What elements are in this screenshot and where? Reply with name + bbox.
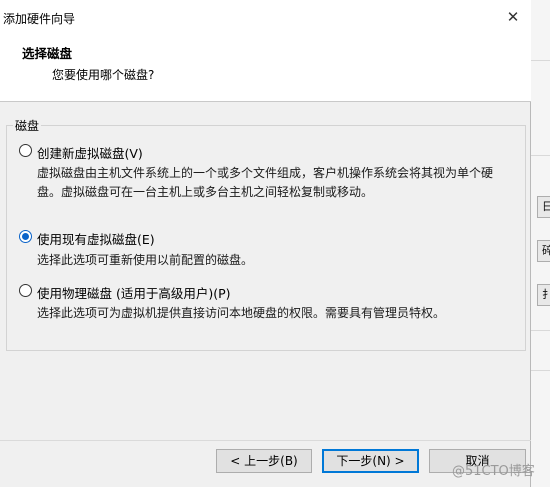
option-label[interactable]: 使用现有虚拟磁盘(E) bbox=[37, 229, 155, 248]
option-description: 虚拟磁盘由主机文件系统上的一个或多个文件组成，客户机操作系统会将其视为单个硬盘。… bbox=[37, 166, 494, 199]
next-button[interactable]: 下一步(N) > bbox=[322, 449, 419, 473]
disk-group-box: 磁盘 创建新虚拟磁盘(V) 虚拟磁盘由主机文件系统上的一个或多个文件组成，客户机… bbox=[6, 117, 526, 351]
background-button[interactable]: 扌 bbox=[537, 284, 550, 306]
disk-group-legend: 磁盘 bbox=[13, 117, 42, 134]
option-label[interactable]: 使用物理磁盘 (适用于高级用户)(P) bbox=[37, 283, 231, 302]
radio-button-icon[interactable] bbox=[19, 144, 32, 157]
back-button[interactable]: < 上一步(B) bbox=[216, 449, 312, 473]
option-label[interactable]: 创建新虚拟磁盘(V) bbox=[37, 143, 143, 162]
background-divider bbox=[531, 370, 550, 371]
background-button[interactable]: 日 bbox=[537, 196, 550, 218]
watermark: @51CTO博客 bbox=[452, 464, 535, 479]
close-icon[interactable]: ✕ bbox=[495, 0, 531, 34]
page-title: 选择磁盘 bbox=[22, 46, 73, 61]
title-bar[interactable]: 添加硬件向导 ✕ bbox=[0, 0, 531, 34]
add-hardware-wizard-dialog: 添加硬件向导 ✕ 选择磁盘 您要使用哪个磁盘? 磁盘 创建新虚拟磁盘(V) 虚拟… bbox=[0, 0, 531, 487]
window-title: 添加硬件向导 bbox=[3, 12, 76, 26]
background-divider bbox=[531, 60, 550, 61]
footer-divider bbox=[0, 440, 531, 441]
background-divider bbox=[531, 155, 550, 156]
wizard-header: 选择磁盘 您要使用哪个磁盘? bbox=[0, 34, 531, 102]
option-description: 选择此选项可重新使用以前配置的磁盘。 bbox=[37, 253, 254, 267]
background-window: 日 碎 扌 bbox=[530, 0, 550, 487]
radio-button-icon[interactable] bbox=[19, 284, 32, 297]
background-button[interactable]: 碎 bbox=[537, 240, 550, 262]
screen: 日 碎 扌 添加硬件向导 ✕ 选择磁盘 您要使用哪个磁盘? 磁盘 创建新虚拟磁盘… bbox=[0, 0, 550, 487]
radio-button-checked-icon[interactable] bbox=[19, 230, 32, 243]
page-subtitle: 您要使用哪个磁盘? bbox=[52, 68, 155, 82]
option-description: 选择此选项可为虚拟机提供直接访问本地硬盘的权限。需要具有管理员特权。 bbox=[37, 306, 446, 320]
background-divider bbox=[531, 330, 550, 331]
